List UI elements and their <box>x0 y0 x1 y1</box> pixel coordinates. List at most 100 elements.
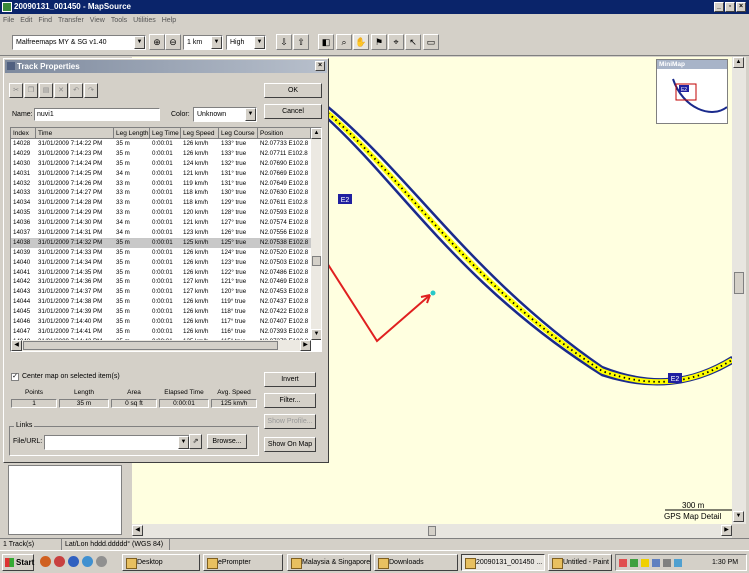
selected-track-point[interactable] <box>430 290 436 296</box>
measure-tool-button[interactable]: ▭ <box>423 34 439 50</box>
app-icon[interactable] <box>96 556 107 567</box>
menu-tools[interactable]: Tools <box>108 14 130 28</box>
table-hscroll-thumb[interactable] <box>23 341 278 350</box>
column-index[interactable]: Index <box>11 128 36 139</box>
browser-icon[interactable] <box>40 556 51 567</box>
table-row[interactable]: 14037 31/01/2009 7:14:31 PM 34 m 0:00:01 123… <box>11 228 311 238</box>
scroll-left-icon[interactable]: ◀ <box>11 340 22 351</box>
track-points-table[interactable]: Index Time Leg Length Leg Time Leg Speed… <box>10 127 322 352</box>
column-leg-course[interactable]: Leg Course <box>219 128 258 139</box>
delete-button[interactable]: ✕ <box>54 83 68 98</box>
minimize-button[interactable]: _ <box>714 2 724 12</box>
file-url-input[interactable]: ▼ <box>44 435 190 450</box>
chevron-down-icon[interactable]: ▼ <box>245 108 256 121</box>
center-map-checkbox[interactable]: ✓ <box>11 373 19 381</box>
detail-select[interactable]: High ▼ <box>226 35 266 50</box>
table-vertical-scrollbar[interactable]: ▲ ▼ <box>311 128 321 340</box>
hand-tool-button[interactable]: ✋ <box>353 34 369 50</box>
ok-button[interactable]: OK <box>264 83 322 98</box>
scroll-right-icon[interactable]: ▶ <box>721 525 732 536</box>
scroll-left-icon[interactable]: ◀ <box>132 525 143 536</box>
speaker-icon[interactable] <box>674 559 682 567</box>
menu-utilities[interactable]: Utilities <box>130 14 159 28</box>
waypoint-tool-button[interactable]: ⚑ <box>371 34 387 50</box>
table-row[interactable]: 14029 31/01/2009 7:14:23 PM 35 m 0:00:01 126… <box>11 149 311 159</box>
clock[interactable]: 1:30 PM <box>712 555 738 570</box>
gps-track-line[interactable] <box>326 111 734 385</box>
ie-icon[interactable] <box>68 556 79 567</box>
task-eprompter[interactable]: ePrompter <box>203 554 283 571</box>
column-leg-length[interactable]: Leg Length <box>114 128 150 139</box>
gps-track-points[interactable] <box>327 112 733 383</box>
table-row[interactable]: 14036 31/01/2009 7:14:30 PM 34 m 0:00:01 121… <box>11 218 311 228</box>
chevron-down-icon[interactable]: ▼ <box>254 36 265 49</box>
map-tool-button[interactable]: ◧ <box>318 34 334 50</box>
tray-icon[interactable] <box>663 559 671 567</box>
paste-button[interactable]: ▤ <box>39 83 53 98</box>
route-tool-button[interactable]: ⌖ <box>388 34 404 50</box>
table-horizontal-scrollbar[interactable]: ◀ ▶ <box>11 340 311 351</box>
table-row[interactable]: 14044 31/01/2009 7:14:38 PM 35 m 0:00:01 126… <box>11 297 311 307</box>
table-row[interactable]: 14042 31/01/2009 7:14:36 PM 35 m 0:00:01 127… <box>11 277 311 287</box>
tray-icon[interactable] <box>641 559 649 567</box>
show-on-map-button[interactable]: Show On Map <box>264 437 316 452</box>
table-row[interactable]: 14038 31/01/2009 7:14:32 PM 35 m 0:00:01 125… <box>11 237 311 248</box>
table-row[interactable]: 14032 31/01/2009 7:14:26 PM 33 m 0:00:01 119… <box>11 179 311 189</box>
chevron-down-icon[interactable]: ▼ <box>211 36 222 49</box>
column-time[interactable]: Time <box>36 128 114 139</box>
menu-transfer[interactable]: Transfer <box>55 14 87 28</box>
table-row[interactable]: 14031 31/01/2009 7:14:25 PM 34 m 0:00:01 121… <box>11 169 311 179</box>
tray-icon[interactable] <box>630 559 638 567</box>
close-button[interactable]: × <box>736 2 746 12</box>
task-malaysia-singapore[interactable]: Malaysia & Singapore... <box>287 554 371 571</box>
column-leg-time[interactable]: Leg Time <box>150 128 181 139</box>
filter-button[interactable]: Filter... <box>264 393 316 408</box>
menu-file[interactable]: File <box>0 14 17 28</box>
cut-button[interactable]: ✂ <box>9 83 23 98</box>
track-name-input[interactable]: nuvi1 <box>34 108 160 121</box>
map-horizontal-scrollbar[interactable]: ◀ ▶ <box>132 524 732 538</box>
map-vertical-scrollbar[interactable]: ▲ ▼ <box>732 57 746 524</box>
zoom-in-button[interactable]: ⊕ <box>149 34 165 50</box>
table-row[interactable]: 14046 31/01/2009 7:14:40 PM 35 m 0:00:01 126… <box>11 317 311 327</box>
scroll-down-icon[interactable]: ▼ <box>733 511 744 522</box>
table-row[interactable]: 14040 31/01/2009 7:14:34 PM 35 m 0:00:01 126… <box>11 258 311 268</box>
dialog-close-button[interactable]: × <box>315 61 325 71</box>
open-link-button[interactable]: ⇗ <box>189 434 202 449</box>
app-icon[interactable] <box>82 556 93 567</box>
maximize-button[interactable]: ▫ <box>725 2 735 12</box>
minimap-panel[interactable]: MiniMap E2 <box>656 59 728 124</box>
zoom-tool-button[interactable]: ⌕ <box>336 34 352 50</box>
chevron-down-icon[interactable]: ▼ <box>134 36 145 49</box>
table-row[interactable]: 14043 31/01/2009 7:14:37 PM 35 m 0:00:01 127… <box>11 287 311 297</box>
browse-button[interactable]: Browse... <box>207 434 247 449</box>
scroll-up-icon[interactable]: ▲ <box>311 128 321 139</box>
table-scroll-thumb[interactable] <box>312 256 321 266</box>
map-product-select[interactable]: Malfreemaps MY & SG v1.40 ▼ <box>12 35 146 50</box>
redo-button[interactable]: ↷ <box>84 83 98 98</box>
table-row[interactable]: 14047 31/01/2009 7:14:41 PM 35 m 0:00:01 126… <box>11 327 311 337</box>
table-row[interactable]: 14033 31/01/2009 7:14:27 PM 33 m 0:00:01 118… <box>11 188 311 198</box>
table-row[interactable]: 14039 31/01/2009 7:14:33 PM 35 m 0:00:01 126… <box>11 248 311 258</box>
start-button[interactable]: Start <box>2 554 34 571</box>
zoom-out-button[interactable]: ⊖ <box>165 34 181 50</box>
send-to-device-button[interactable]: ⇧ <box>293 34 309 50</box>
cancel-button[interactable]: Cancel <box>264 104 322 119</box>
copy-button[interactable]: ❐ <box>24 83 38 98</box>
table-row[interactable]: 14028 31/01/2009 7:14:22 PM 35 m 0:00:01 126… <box>11 139 311 149</box>
show-profile-button[interactable]: Show Profile... <box>264 414 316 429</box>
color-select[interactable]: Unknown ▼ <box>193 107 257 122</box>
column-position[interactable]: Position <box>258 128 311 139</box>
menu-edit[interactable]: Edit <box>17 14 35 28</box>
task-desktop[interactable]: Desktop <box>122 554 200 571</box>
table-row[interactable]: 14041 31/01/2009 7:14:35 PM 35 m 0:00:01 126… <box>11 268 311 278</box>
column-leg-speed[interactable]: Leg Speed <box>181 128 219 139</box>
invert-button[interactable]: Invert <box>264 372 316 387</box>
table-row[interactable]: 14035 31/01/2009 7:14:29 PM 33 m 0:00:01 120… <box>11 208 311 218</box>
chevron-down-icon[interactable]: ▼ <box>178 436 189 449</box>
vertical-scroll-thumb[interactable] <box>734 272 744 294</box>
task-mapsource[interactable]: 20090131_001450 ... <box>461 554 545 571</box>
table-row[interactable]: 14030 31/01/2009 7:14:24 PM 35 m 0:00:01 124… <box>11 159 311 169</box>
menu-view[interactable]: View <box>87 14 108 28</box>
menu-find[interactable]: Find <box>35 14 55 28</box>
